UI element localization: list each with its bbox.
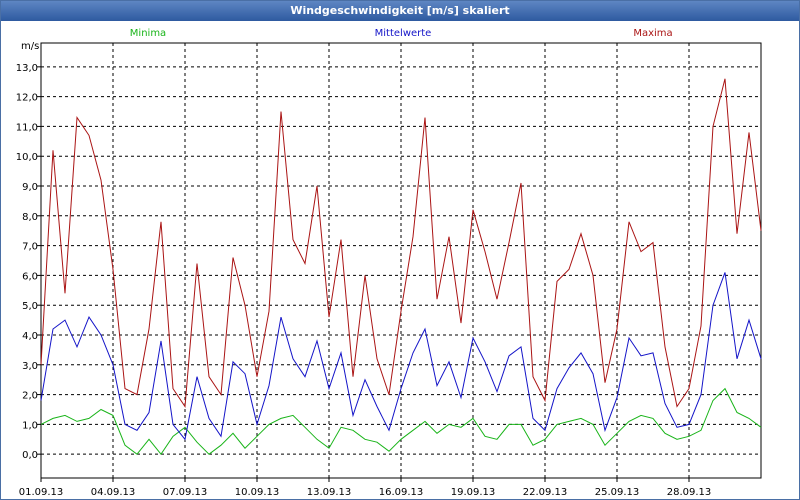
x-tick-label: 16.09.13 bbox=[379, 487, 424, 498]
y-tick-label: 6,0 bbox=[22, 271, 38, 282]
y-tick-label: 13,0 bbox=[16, 63, 38, 74]
x-tick-label: 10.09.13 bbox=[235, 487, 280, 498]
x-tick-label: 04.09.13 bbox=[91, 487, 136, 498]
legend-maxima: Maxima bbox=[633, 28, 672, 39]
y-axis-unit: m/s bbox=[21, 41, 39, 52]
window-title: Windgeschwindigkeit [m/s] skaliert bbox=[1, 1, 799, 21]
legend-mittelwerte: Mittelwerte bbox=[375, 28, 432, 39]
x-tick-label: 01.09.13 bbox=[19, 487, 64, 498]
y-tick-label: 0,0 bbox=[22, 450, 38, 461]
y-tick-label: 2,0 bbox=[22, 391, 38, 402]
x-tick-label: 07.09.13 bbox=[163, 487, 208, 498]
legend: Minima Mittelwerte Maxima bbox=[130, 28, 673, 39]
y-tick-label: 4,0 bbox=[22, 331, 38, 342]
x-tick-label: 13.09.13 bbox=[307, 487, 352, 498]
y-tick-label: 11,0 bbox=[16, 122, 38, 133]
y-tick-label: 1,0 bbox=[22, 420, 38, 431]
legend-minima: Minima bbox=[130, 28, 166, 39]
y-tick-label: 8,0 bbox=[22, 212, 38, 223]
y-tick-label: 7,0 bbox=[22, 242, 38, 253]
x-tick-label: 19.09.13 bbox=[451, 487, 496, 498]
y-tick-label: 5,0 bbox=[22, 301, 38, 312]
y-tick-label: 3,0 bbox=[22, 361, 38, 372]
x-tick-label: 25.09.13 bbox=[595, 487, 640, 498]
y-tick-label: 12,0 bbox=[16, 93, 38, 104]
y-tick-label: 10,0 bbox=[16, 152, 38, 163]
y-tick-label: 9,0 bbox=[22, 182, 38, 193]
chart-window: Windgeschwindigkeit [m/s] skaliert 0,0 1,… bbox=[0, 0, 800, 500]
x-tick-label: 22.09.13 bbox=[523, 487, 568, 498]
x-axis: 01.09.13 04.09.13 07.09.13 10.09.13 13.09.13… bbox=[19, 478, 712, 498]
x-tick-label: 28.09.13 bbox=[667, 487, 712, 498]
chart-canvas: 0,0 1,0 2,0 3,0 4,0 5,0 6,0 7,0 8,0 9,0 10,0 11,0 12… bbox=[16, 28, 762, 498]
y-axis: 0,0 1,0 2,0 3,0 4,0 5,0 6,0 7,0 8,0 9,0 10,0 11,0 12… bbox=[16, 41, 41, 461]
